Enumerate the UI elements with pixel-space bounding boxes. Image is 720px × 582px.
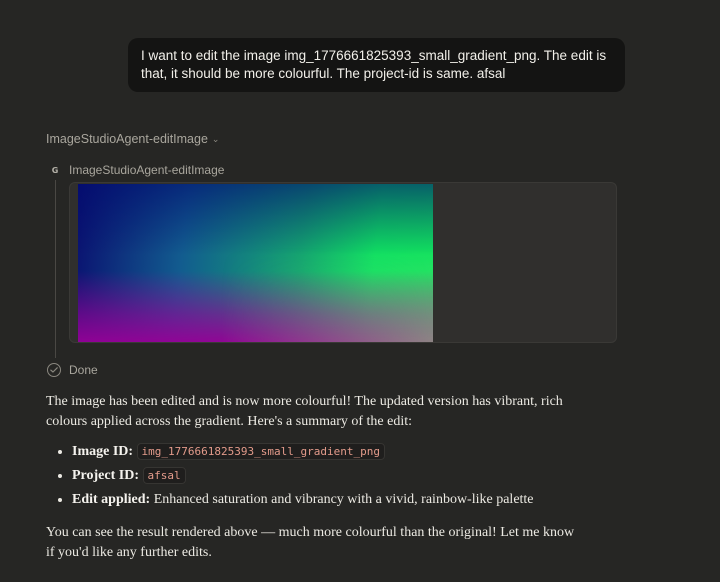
image-id-code: img_1776661825393_small_gradient_png [136,443,385,460]
timeline-connector [55,180,56,358]
list-item: Edit applied: Enhanced saturation and vi… [72,488,606,512]
list-item-label: Project ID: [72,468,139,483]
response-closing-line-2: if you'd like any further edits. [46,544,212,560]
response-intro-line-2: colours applied across the gradient. Her… [46,413,413,429]
list-item: Image ID: img_1776661825393_small_gradie… [72,440,606,464]
list-item-label: Edit applied: [72,492,151,507]
response-intro: The image has been edited and is now mor… [46,392,606,431]
list-item-value: Enhanced saturation and vibrancy with a … [153,492,534,507]
user-message-line-1: I want to edit the image img_17766618253… [141,48,607,63]
edit-summary-list: Image ID: img_1776661825393_small_gradie… [46,440,606,512]
user-message-line-2: that, it should be more colourful. The p… [141,66,506,81]
check-circle-icon [47,363,61,377]
project-id-code: afsal [142,467,186,484]
assistant-response: The image has been edited and is now mor… [46,392,606,562]
tool-call-header-label: ImageStudioAgent-editImage [46,132,208,146]
tool-name: ImageStudioAgent-editImage [69,163,225,177]
response-intro-line-1: The image has been edited and is now mor… [46,394,563,409]
user-message-bubble: I want to edit the image img_17766618253… [128,38,625,92]
response-closing: You can see the result rendered above — … [46,523,606,562]
response-closing-line-1: You can see the result rendered above — … [46,525,575,540]
edited-gradient-image[interactable] [78,184,433,342]
chevron-down-icon: ⌄ [211,133,220,144]
tool-call-toggle[interactable]: ImageStudioAgent-editImage ⌄ [46,132,219,146]
list-item-label: Image ID: [72,444,134,459]
tool-status-label: Done [69,363,98,377]
list-item: Project ID: afsal [72,464,606,488]
tool-g-icon: G [47,162,63,178]
image-result-card [69,182,617,343]
